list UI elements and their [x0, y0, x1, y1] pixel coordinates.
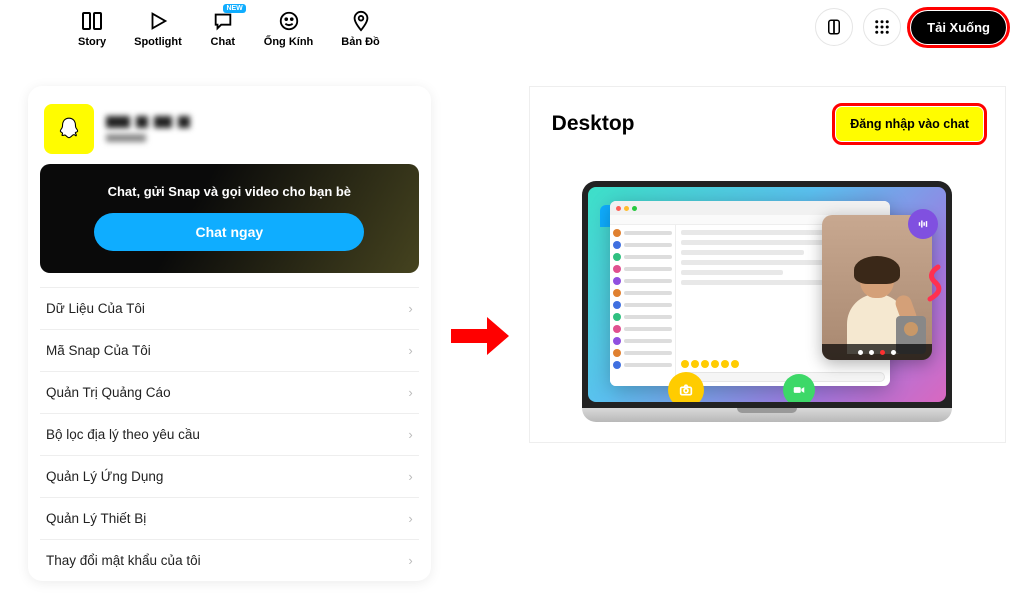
nav-spotlight-label: Spotlight: [134, 36, 182, 48]
download-button[interactable]: Tải Xuống: [911, 11, 1006, 44]
half-circle-icon: [825, 18, 843, 36]
menu-item-change-password[interactable]: Thay đổi mật khẩu của tôi ›: [40, 540, 419, 581]
ghost-icon: [56, 116, 82, 142]
theme-toggle-button[interactable]: [815, 8, 853, 46]
menu-item-my-data[interactable]: Dữ Liệu Của Tôi ›: [40, 288, 419, 330]
chevron-right-icon: ›: [408, 469, 412, 484]
chevron-right-icon: ›: [408, 343, 412, 358]
nav-spotlight[interactable]: Spotlight: [134, 8, 182, 48]
voice-bubble-decoration: [908, 209, 938, 239]
nav-lens-label: Ống Kính: [264, 36, 314, 48]
nav-chat-label: Chat: [211, 36, 235, 48]
menu-label: Dữ Liệu Của Tôi: [46, 301, 145, 316]
desktop-panel: Desktop Đăng nhập vào chat: [529, 86, 1006, 443]
nav-left-group: Story Spotlight NEW Chat Ống Kính Bản: [18, 8, 380, 48]
squiggle-decoration: [922, 263, 944, 303]
lens-icon: [276, 8, 302, 34]
menu-item-ads-manager[interactable]: Quản Trị Quảng Cáo ›: [40, 372, 419, 414]
grid-icon: [873, 18, 891, 36]
main-content: Chat, gửi Snap và gọi video cho bạn bè C…: [0, 48, 1024, 586]
chevron-right-icon: ›: [408, 427, 412, 442]
menu-item-geofilters[interactable]: Bộ lọc địa lý theo yêu cầu ›: [40, 414, 419, 456]
profile-panel: Chat, gửi Snap và gọi video cho bạn bè C…: [28, 86, 431, 581]
camera-bubble-decoration: [668, 372, 704, 402]
menu-item-manage-apps[interactable]: Quản Lý Ứng Dụng ›: [40, 456, 419, 498]
story-icon: [79, 8, 105, 34]
nav-story[interactable]: Story: [78, 8, 106, 48]
nav-map[interactable]: Bản Đồ: [341, 8, 380, 48]
menu-label: Quản Trị Quảng Cáo: [46, 385, 171, 400]
login-chat-button[interactable]: Đăng nhập vào chat: [836, 107, 983, 141]
video-bubble-decoration: [783, 374, 815, 402]
menu-label: Quản Lý Thiết Bị: [46, 511, 146, 526]
profile-header: [40, 100, 419, 164]
nav-lens[interactable]: Ống Kính: [264, 8, 314, 48]
arrow-right-icon: [449, 315, 511, 357]
settings-menu-list: Dữ Liệu Của Tôi › Mã Snap Của Tôi › Quản…: [40, 287, 419, 581]
menu-label: Mã Snap Của Tôi: [46, 343, 151, 358]
menu-label: Thay đổi mật khẩu của tôi: [46, 553, 201, 568]
desktop-title: Desktop: [552, 112, 635, 136]
snapcode-avatar[interactable]: [44, 104, 94, 154]
chevron-right-icon: ›: [408, 385, 412, 400]
nav-story-label: Story: [78, 36, 106, 48]
chevron-right-icon: ›: [408, 301, 412, 316]
nav-right-group: Tải Xuống: [815, 8, 1006, 46]
spotlight-icon: [145, 8, 171, 34]
chat-promo-card: Chat, gửi Snap và gọi video cho bạn bè C…: [40, 164, 419, 273]
top-navigation: Story Spotlight NEW Chat Ống Kính Bản: [0, 0, 1024, 48]
menu-label: Bộ lọc địa lý theo yêu cầu: [46, 427, 200, 442]
menu-item-manage-devices[interactable]: Quản Lý Thiết Bị ›: [40, 498, 419, 540]
chat-now-button[interactable]: Chat ngay: [94, 213, 364, 251]
apps-grid-button[interactable]: [863, 8, 901, 46]
new-badge: NEW: [223, 4, 245, 13]
nav-chat[interactable]: NEW Chat: [210, 8, 236, 48]
chevron-right-icon: ›: [408, 553, 412, 568]
nav-map-label: Bản Đồ: [341, 36, 380, 48]
laptop-illustration: [552, 181, 983, 422]
menu-label: Quản Lý Ứng Dụng: [46, 469, 163, 484]
chevron-right-icon: ›: [408, 511, 412, 526]
desktop-panel-header: Desktop Đăng nhập vào chat: [552, 107, 983, 141]
map-icon: [348, 8, 374, 34]
instruction-arrow: [449, 86, 511, 586]
profile-name-blurred: [106, 116, 190, 142]
menu-item-my-snapcode[interactable]: Mã Snap Của Tôi ›: [40, 330, 419, 372]
promo-text: Chat, gửi Snap và gọi video cho bạn bè: [56, 184, 403, 199]
